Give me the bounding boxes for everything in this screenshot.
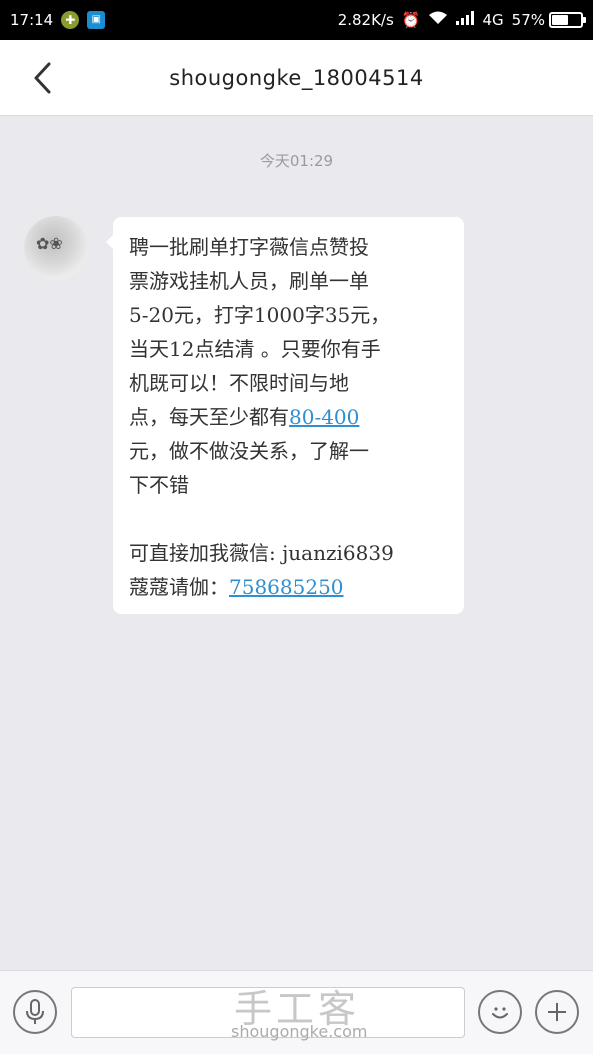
avatar[interactable]: ✿❀: [24, 216, 88, 280]
back-button[interactable]: [24, 60, 60, 96]
message-line: 5-20元，打字1000字35元，: [129, 303, 391, 327]
more-button[interactable]: [535, 990, 579, 1034]
avatar-flower-icon: ✿❀: [36, 234, 63, 253]
status-bar: 17:14 ✚ ▣ 2.82K/s ⏰ 4G 57%: [0, 0, 593, 40]
conversation-header: shougongke_18004514: [0, 40, 593, 116]
watermark-url: shougongke.com: [231, 1022, 368, 1041]
screenshot-notification-icon: ▣: [87, 11, 106, 29]
microphone-icon: [26, 999, 44, 1024]
voice-button[interactable]: [13, 990, 57, 1034]
status-right: 2.82K/s ⏰ 4G 57%: [337, 11, 586, 29]
smiley-icon: [492, 1007, 508, 1019]
amount-link[interactable]: 80-400: [289, 405, 359, 429]
network-type: 4G: [482, 11, 504, 29]
message-line-with-link: 蔻蔻请伽：758685250: [129, 570, 448, 604]
message-text: 点，每天至少都有: [129, 405, 289, 429]
message-line: 聘一批刷单打字薇信点赞投: [129, 235, 369, 259]
network-speed: 2.82K/s: [337, 11, 394, 29]
app-notification-icon: ✚: [61, 11, 80, 29]
message-bubble[interactable]: 聘一批刷单打字薇信点赞投 票游戏挂机人员，刷单一单 5-20元，打字1000字3…: [113, 217, 464, 614]
battery: 57%: [511, 11, 586, 29]
message-line: 票游戏挂机人员，刷单一单: [129, 269, 369, 293]
plus-icon: [548, 1003, 566, 1021]
status-time: 17:14: [10, 11, 54, 29]
alarm-icon: ⏰: [401, 11, 421, 29]
message-line-with-link: 点，每天至少都有80-400: [129, 400, 448, 434]
battery-fill: [552, 15, 568, 25]
emoji-button[interactable]: [478, 990, 522, 1034]
status-left: 17:14 ✚ ▣: [10, 11, 106, 29]
message-line: 下不错: [129, 473, 189, 497]
message-line: 元，做不做没关系，了解一: [129, 439, 369, 463]
wifi-icon: [428, 11, 448, 29]
qq-number-link[interactable]: 758685250: [229, 575, 344, 599]
battery-nub: [583, 17, 586, 23]
signal-icon: [456, 11, 475, 29]
message-timestamp: 今天01:29: [259, 152, 334, 170]
chevron-left-icon: [34, 62, 51, 94]
message-line: 当天12点结清 。只要你有手: [129, 337, 381, 361]
battery-icon: [549, 12, 586, 28]
message-list[interactable]: 今天01:29 ✿❀ 聘一批刷单打字薇信点赞投 票游戏挂机人员，刷单一单 5-2…: [0, 116, 593, 970]
message-line: 可直接加我薇信: juanzi6839: [129, 541, 394, 565]
message-text: 蔻蔻请伽：: [129, 575, 229, 599]
battery-percent: 57%: [511, 11, 545, 29]
contact-title: shougongke_18004514: [169, 65, 424, 90]
message-line: 机既可以！不限时间与地: [129, 371, 349, 395]
